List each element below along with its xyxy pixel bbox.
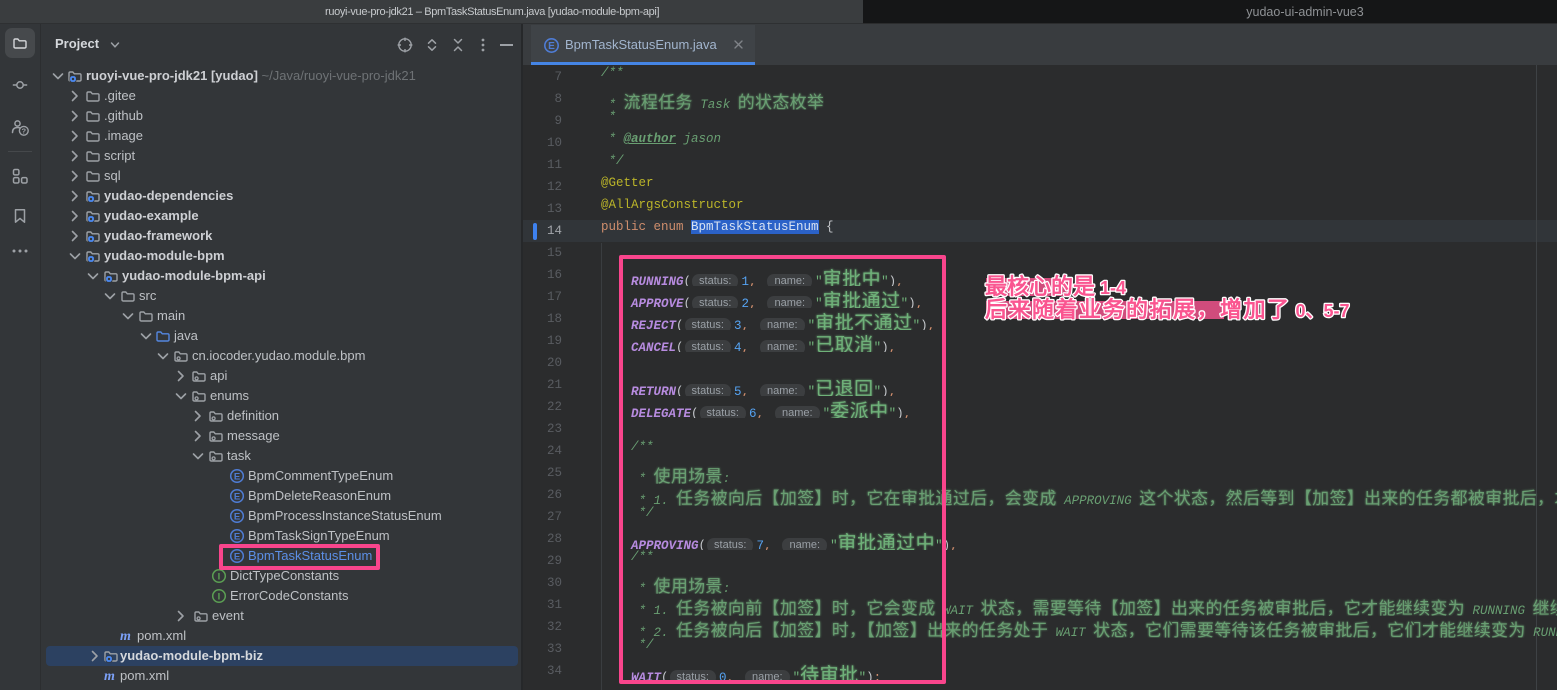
svg-text:后来随着业务的拓展，增加了 0、5-7: 后来随着业务的拓展，增加了 0、5-7 — [985, 297, 1350, 322]
svg-text:E: E — [548, 41, 555, 52]
svg-text:E: E — [234, 491, 240, 502]
svg-text:I: I — [218, 571, 221, 582]
svg-text:E: E — [234, 471, 240, 482]
svg-text:E: E — [234, 511, 240, 522]
svg-text:I: I — [218, 591, 221, 602]
svg-text:E: E — [234, 531, 240, 542]
svg-text:最核心的是 1-4: 最核心的是 1-4 — [985, 274, 1126, 299]
